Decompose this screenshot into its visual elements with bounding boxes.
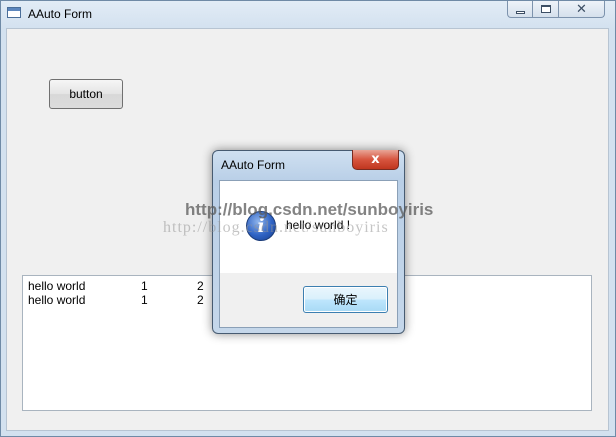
output-line-col3: 2 — [197, 293, 204, 307]
window-icon — [7, 7, 21, 18]
output-line-col2: 1 — [141, 279, 148, 293]
minimize-button[interactable] — [507, 1, 533, 18]
output-line-text: hello world — [28, 279, 86, 293]
maximize-button[interactable] — [533, 1, 559, 18]
dialog-title: AAuto Form — [221, 158, 286, 172]
watermark-text: http://blog.csdn.net/sunboyiris — [185, 200, 434, 219]
output-line-text: hello world — [28, 293, 86, 307]
form-button[interactable]: button — [49, 79, 123, 109]
output-line: hello world 1 2 — [28, 293, 204, 307]
main-titlebar[interactable]: AAuto Form ✕ — [1, 1, 615, 27]
close-button[interactable]: ✕ — [559, 1, 605, 18]
ok-button[interactable]: 确定 — [303, 286, 388, 313]
message-dialog: AAuto Form x i hello world ! 确定 — [212, 150, 405, 334]
close-icon: ✕ — [576, 1, 587, 17]
watermark-text-light: http://blog.csdn.net/sunboyiris — [163, 219, 389, 236]
dialog-close-button[interactable]: x — [352, 150, 399, 170]
main-window-title: AAuto Form — [28, 7, 93, 21]
output-line-col2: 1 — [141, 293, 148, 307]
output-line: hello world 1 2 — [28, 279, 204, 293]
output-line-col3: 2 — [197, 279, 204, 293]
close-icon: x — [371, 152, 380, 167]
minimize-icon — [515, 10, 525, 14]
maximize-icon — [540, 5, 551, 13]
